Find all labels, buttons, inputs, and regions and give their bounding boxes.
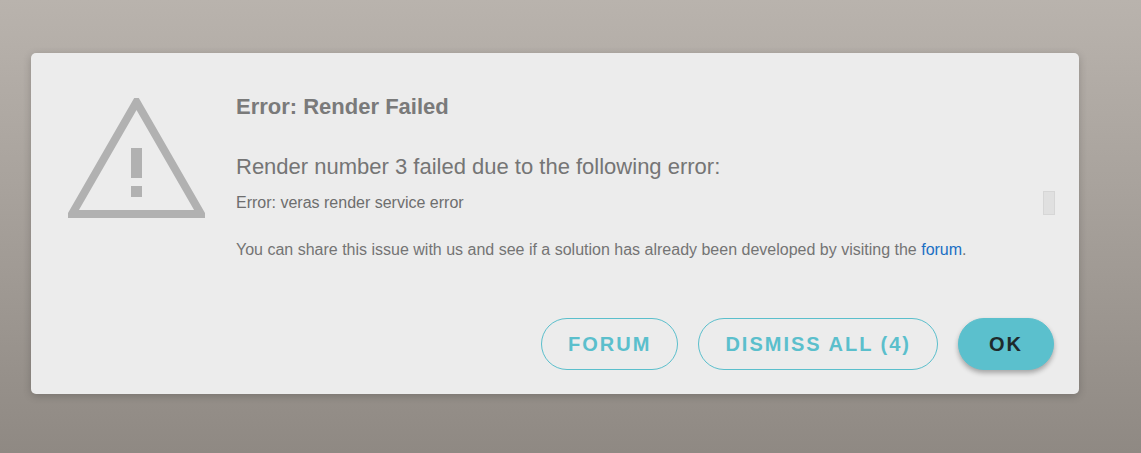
help-text: You can share this issue with us and see… (236, 238, 1054, 262)
error-dialog: Error: Render Failed Render number 3 fail… (31, 53, 1079, 394)
error-message: Render number 3 failed due to the follow… (236, 154, 1054, 180)
background-photo: Error: Render Failed Render number 3 fail… (0, 0, 1141, 453)
dialog-title: Error: Render Failed (236, 94, 1054, 120)
dialog-button[interactable]: OK (958, 318, 1054, 370)
warning-icon (68, 98, 205, 218)
dialog-button[interactable]: FORUM (541, 318, 678, 370)
dialog-button[interactable]: DISMISS ALL (4) (698, 318, 938, 370)
forum-link[interactable]: forum (921, 241, 962, 258)
error-detail: Error: veras render service error (236, 191, 464, 215)
scrollbar[interactable] (1043, 191, 1055, 215)
